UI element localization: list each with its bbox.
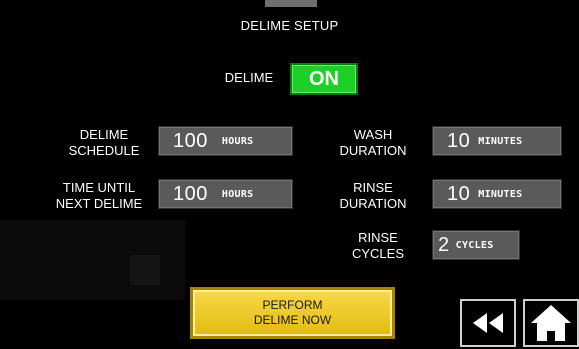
delime-schedule-field[interactable]: 100 HOURS (158, 126, 293, 156)
back-button[interactable] (460, 299, 516, 347)
wash-duration-field[interactable]: 10 MINUTES (432, 126, 562, 156)
home-icon (531, 305, 571, 341)
rinse-duration-value: 10 (447, 182, 471, 205)
perform-line2: DELIME NOW (253, 313, 332, 327)
delime-schedule-label: DELIME SCHEDULE (68, 127, 140, 158)
rinse-cycles-label: RINSE CYCLES (351, 230, 405, 261)
page-title: DELIME SETUP (240, 18, 339, 33)
background-panel (130, 255, 160, 285)
delime-schedule-value: 100 (173, 129, 208, 152)
rinse-duration-unit: MINUTES (478, 188, 523, 200)
delime-toggle[interactable]: ON (290, 63, 358, 95)
perform-line1: PERFORM (262, 298, 323, 312)
time-until-field[interactable]: 100 HOURS (158, 179, 293, 209)
time-until-value: 100 (173, 182, 208, 205)
rinse-cycles-unit: CYCLES (455, 239, 494, 251)
delime-schedule-unit: HOURS (221, 135, 254, 147)
rinse-duration-label: RINSE DURATION (339, 180, 407, 211)
rinse-cycles-value: 2 (438, 233, 450, 256)
home-button[interactable] (523, 299, 579, 347)
delime-label: DELIME (224, 70, 274, 85)
rewind-icon (473, 313, 503, 333)
perform-delime-button[interactable]: PERFORM DELIME NOW (190, 287, 395, 339)
wash-duration-label: WASH DURATION (339, 127, 407, 158)
time-until-label: TIME UNTIL NEXT DELIME (55, 180, 143, 211)
time-until-unit: HOURS (221, 188, 254, 200)
wash-duration-unit: MINUTES (478, 135, 523, 147)
wash-duration-value: 10 (447, 129, 471, 152)
rinse-cycles-field[interactable]: 2 CYCLES (432, 230, 520, 260)
rinse-duration-field[interactable]: 10 MINUTES (432, 179, 562, 209)
top-tab (265, 0, 317, 7)
